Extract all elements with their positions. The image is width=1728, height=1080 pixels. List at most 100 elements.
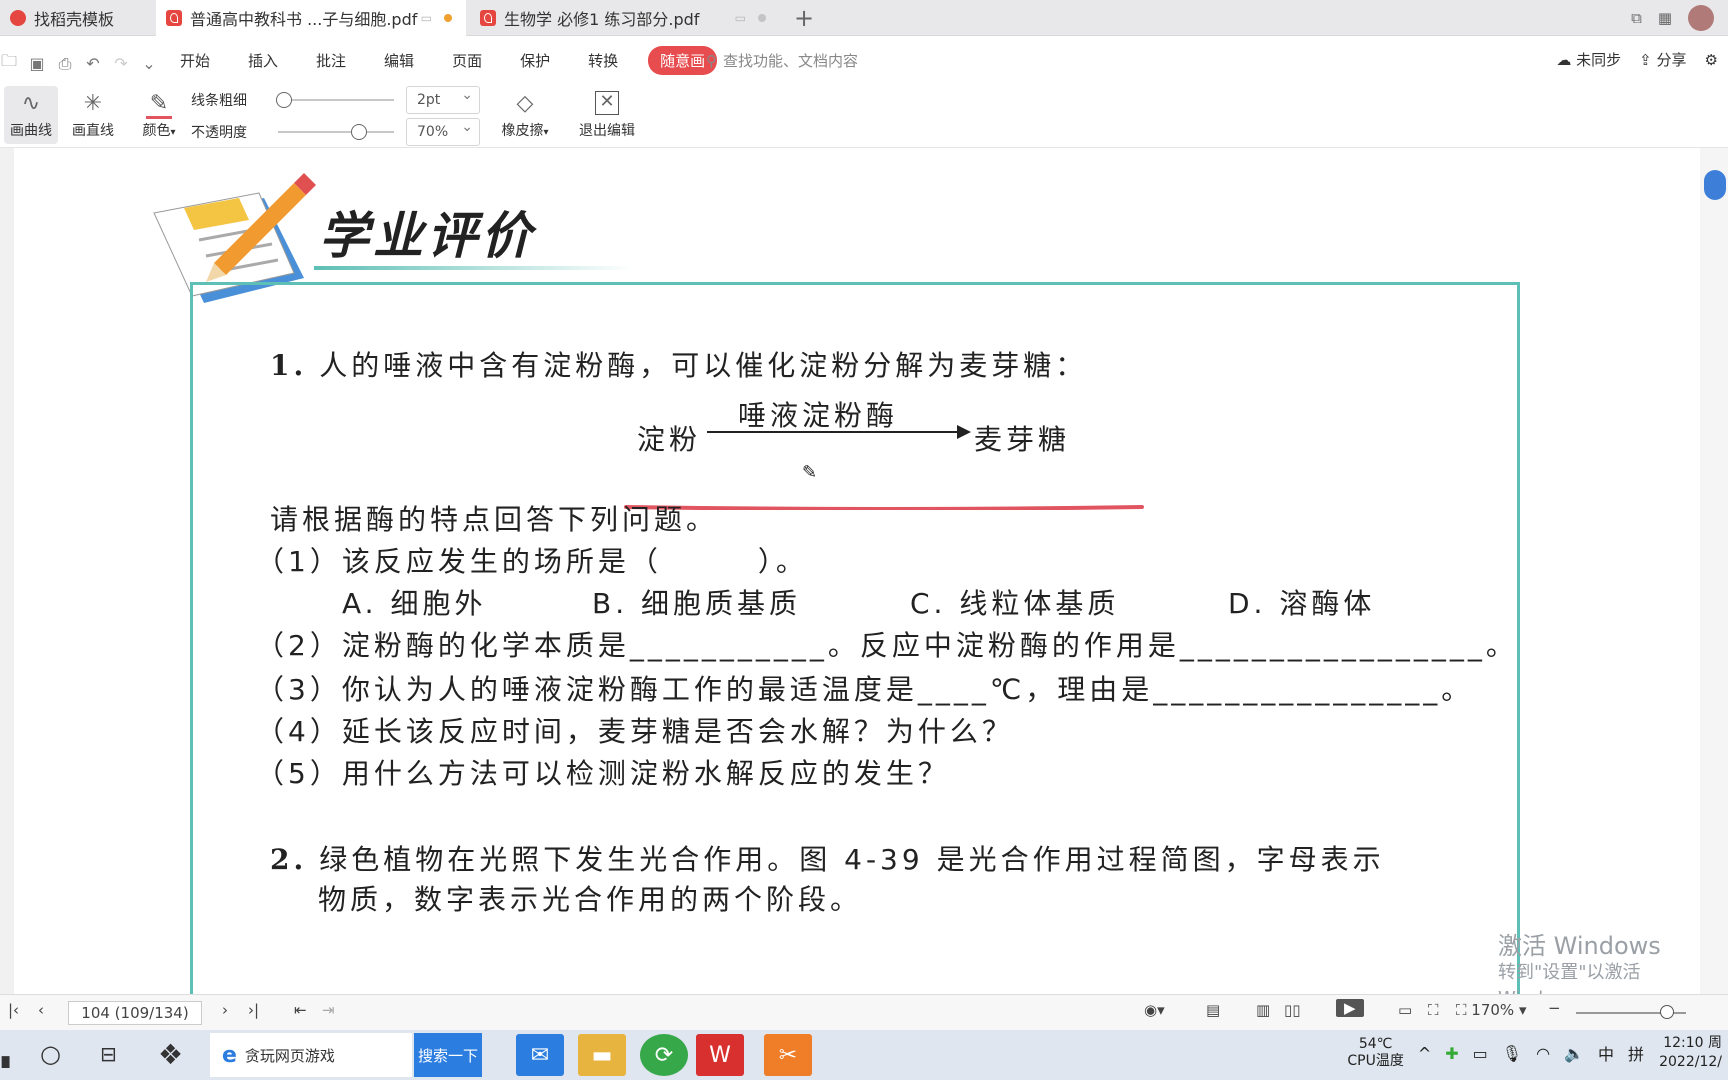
next-page-icon[interactable]: ›: [222, 1001, 228, 1019]
color-button[interactable]: ✎ 颜色▾: [134, 86, 184, 144]
tray-expand-icon[interactable]: ^: [1418, 1044, 1431, 1063]
sync-label: 未同步: [1576, 51, 1622, 69]
tab-exercise-pdf[interactable]: 生物学 必修1 练习部分.pdf ▭: [470, 0, 780, 36]
taskbar-search-button[interactable]: 搜索一下: [414, 1033, 482, 1077]
exit-edit-button[interactable]: ✕ 退出编辑: [572, 86, 642, 144]
clock[interactable]: 12:10 周 2022/12/: [1658, 1034, 1722, 1072]
thickness-select[interactable]: 2pt: [406, 86, 480, 114]
browser-icon[interactable]: ⟳: [640, 1034, 688, 1076]
zoom-slider-knob[interactable]: [1660, 1005, 1674, 1019]
open-folder-icon[interactable]: 🗀: [0, 50, 18, 77]
question-2: 2. 绿色植物在光照下发生光合作用。图 4-39 是光合作用过程简图，字母表示: [270, 838, 1385, 878]
reaction-enzyme: 唾液淀粉酶: [738, 399, 899, 432]
draw-line-button[interactable]: ✳ 画直线: [66, 86, 120, 144]
menu-page[interactable]: 页面: [452, 50, 482, 71]
tray-app-icon[interactable]: ✚: [1445, 1044, 1458, 1063]
tab-label: 找稻壳模板: [34, 10, 115, 29]
pen-color-icon: ✎: [149, 90, 169, 116]
save-icon[interactable]: ▣: [28, 54, 46, 73]
eye-protect-icon[interactable]: ◉▾: [1144, 1001, 1165, 1019]
color-label: 颜色: [142, 123, 171, 139]
actual-size-icon[interactable]: ▭: [1398, 1001, 1412, 1019]
page-number-input[interactable]: 104 (109/134): [68, 1001, 202, 1025]
fit-page-icon[interactable]: ⛶: [1428, 1001, 1439, 1019]
sub-question-2: （2）淀粉酶的化学本质是___________。反应中淀粉酶的作用是______…: [256, 629, 1518, 662]
opacity-select[interactable]: 70%: [406, 118, 480, 146]
menu-protect[interactable]: 保护: [520, 50, 550, 71]
tool-app-icon[interactable]: ✂: [764, 1034, 812, 1076]
window-layout-icon[interactable]: ⧉: [1631, 9, 1642, 27]
cloud-icon: ☁: [1556, 51, 1572, 69]
taskbar-search[interactable]: e 贪玩网页游戏: [210, 1033, 412, 1077]
vertical-scrollbar[interactable]: [1700, 148, 1728, 994]
menu-edit[interactable]: 编辑: [384, 50, 414, 71]
wps-app-icon[interactable]: W: [696, 1034, 744, 1076]
sub-question-3: （3）你认为人的唾液淀粉酶工作的最适温度是____℃，理由是__________…: [256, 673, 1474, 706]
monitor-icon[interactable]: ▭: [421, 11, 432, 25]
share-button[interactable]: ⇪ 分享: [1639, 49, 1686, 70]
close-dot-icon[interactable]: [758, 14, 766, 22]
play-icon[interactable]: ▶: [1336, 999, 1364, 1017]
redo-icon[interactable]: ↷: [112, 54, 130, 73]
continuous-page-icon[interactable]: ▥: [1256, 1001, 1270, 1019]
print-icon[interactable]: ⎙: [56, 54, 74, 74]
color-swatch: [146, 116, 172, 119]
zoom-select[interactable]: ⛶ 170% ▾: [1456, 1001, 1527, 1019]
opacity-slider[interactable]: [278, 131, 394, 133]
zoom-out-icon[interactable]: −: [1548, 999, 1561, 1017]
menu-insert[interactable]: 插入: [248, 50, 278, 71]
avatar[interactable]: [1688, 5, 1714, 31]
wps-logo-icon: [10, 10, 26, 26]
ime-mode[interactable]: 拼: [1628, 1041, 1644, 1065]
ime-language[interactable]: 中: [1598, 1041, 1614, 1065]
assistant-icon[interactable]: ❖: [158, 1038, 183, 1071]
monitor-icon[interactable]: ▭: [735, 11, 746, 25]
cpu-temp-value: 54℃: [1358, 1036, 1393, 1052]
menu-convert[interactable]: 转换: [588, 50, 618, 71]
thickness-slider[interactable]: [278, 99, 394, 101]
question-2-line2: 物质，数字表示光合作用的两个阶段。: [318, 883, 863, 916]
microphone-icon[interactable]: 🎙: [1502, 1044, 1522, 1063]
option-b: B. 细胞质基质: [592, 587, 802, 620]
thickness-label: 线条粗细: [191, 93, 247, 109]
file-explorer-icon[interactable]: ▬: [578, 1034, 626, 1076]
zoom-icon: ⛶: [1456, 1001, 1467, 1019]
prev-page-icon[interactable]: ‹: [38, 1001, 44, 1019]
question-2-number: 2.: [270, 843, 308, 876]
document-viewport[interactable]: 学业评价 1. 人的唾液中含有淀粉酶，可以催化淀粉分解为麦芽糖： 淀粉 唾液淀粉酶…: [0, 148, 1728, 1009]
line-icon: ✳: [83, 90, 103, 116]
menu-annotate[interactable]: 批注: [316, 50, 346, 71]
new-tab-plus-icon[interactable]: +: [794, 4, 814, 32]
back-icon[interactable]: ⇤: [294, 1001, 307, 1019]
last-page-icon[interactable]: ›|: [248, 1001, 259, 1019]
double-page-icon[interactable]: ▯▯: [1284, 1001, 1301, 1019]
task-view-icon[interactable]: ⊟: [100, 1042, 117, 1066]
draw-curve-button[interactable]: ∿ 画曲线: [4, 86, 58, 144]
feature-search[interactable]: ⚲ 查找功能、文档内容: [706, 50, 858, 71]
first-page-icon[interactable]: |‹: [8, 1001, 19, 1019]
undo-icon[interactable]: ↶: [84, 54, 102, 73]
battery-icon[interactable]: ▭: [1473, 1044, 1488, 1063]
wifi-icon[interactable]: ◠: [1536, 1044, 1550, 1063]
tab-active-pdf[interactable]: 普通高中教科书 ...子与细胞.pdf ▭: [156, 0, 466, 36]
thickness-slider-knob[interactable]: [276, 92, 292, 108]
settings-gear-icon[interactable]: ⚙: [1705, 51, 1718, 69]
reaction-product: 麦芽糖: [974, 423, 1071, 456]
start-icon[interactable]: ▗: [0, 1044, 9, 1068]
tab-template[interactable]: 找稻壳模板: [0, 0, 152, 36]
cortana-icon[interactable]: ○: [40, 1040, 61, 1068]
grid-apps-icon[interactable]: ▦: [1658, 9, 1672, 27]
menu-start[interactable]: 开始: [180, 50, 210, 71]
side-panel-toggle-icon[interactable]: [1704, 170, 1726, 200]
single-page-icon[interactable]: ▤: [1206, 1001, 1220, 1019]
opacity-slider-knob[interactable]: [351, 124, 368, 140]
share-label: 分享: [1656, 51, 1687, 69]
more-dropdown-icon[interactable]: ⌄: [140, 54, 158, 73]
cpu-temp[interactable]: 54℃ CPU温度: [1347, 1036, 1403, 1070]
volume-icon[interactable]: 🔈: [1564, 1044, 1584, 1063]
forward-icon[interactable]: ⇥: [322, 1001, 335, 1019]
mail-icon[interactable]: ✉: [516, 1034, 564, 1076]
search-icon: ⚲: [706, 51, 717, 70]
sync-button[interactable]: ☁ 未同步: [1556, 49, 1621, 70]
eraser-button[interactable]: ◇ 橡皮擦▾: [494, 86, 556, 144]
